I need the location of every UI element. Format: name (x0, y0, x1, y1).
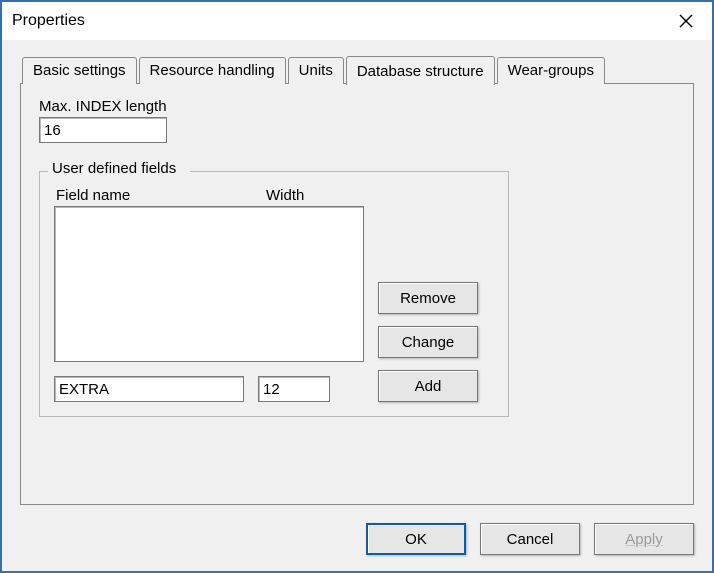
client-area: Basic settings Resource handling Units D… (2, 40, 712, 571)
user-defined-fields-group: User defined fields Field name Width (39, 171, 509, 417)
tab-label: Basic settings (33, 62, 126, 79)
max-index-label: Max. INDEX length (39, 98, 675, 115)
field-width-input[interactable] (258, 376, 330, 402)
close-button[interactable] (664, 6, 708, 36)
tab-resource-handling[interactable]: Resource handling (139, 57, 286, 84)
remove-button[interactable]: Remove (378, 282, 478, 314)
ok-button[interactable]: OK (366, 523, 466, 555)
tab-label: Wear-groups (508, 62, 594, 79)
tab-label: Units (299, 62, 333, 79)
add-button[interactable]: Add (378, 370, 478, 402)
tab-wear-groups[interactable]: Wear-groups (497, 57, 605, 84)
fields-listbox[interactable] (54, 206, 364, 362)
window-title: Properties (12, 12, 85, 30)
tab-units[interactable]: Units (288, 57, 344, 84)
change-button[interactable]: Change (378, 326, 478, 358)
max-index-input[interactable] (39, 117, 167, 143)
titlebar: Properties (2, 2, 712, 40)
tab-panel-database-structure: Max. INDEX length User defined fields Fi… (20, 83, 694, 505)
tab-basic-settings[interactable]: Basic settings (22, 57, 137, 84)
dialog-button-row: OK Cancel Apply (20, 505, 694, 555)
field-name-input[interactable] (54, 376, 244, 402)
apply-button[interactable]: Apply (594, 523, 694, 555)
list-headers: Field name Width (54, 187, 494, 206)
group-title: User defined fields (50, 160, 178, 177)
properties-dialog: Properties Basic settings Resource handl… (0, 0, 714, 573)
close-icon (679, 14, 693, 28)
tab-database-structure[interactable]: Database structure (346, 56, 495, 85)
cancel-button[interactable]: Cancel (480, 523, 580, 555)
tab-label: Database structure (357, 63, 484, 80)
tabstrip: Basic settings Resource handling Units D… (20, 54, 694, 84)
header-field-name: Field name (56, 187, 266, 204)
tab-label: Resource handling (150, 62, 275, 79)
header-width: Width (266, 187, 304, 204)
